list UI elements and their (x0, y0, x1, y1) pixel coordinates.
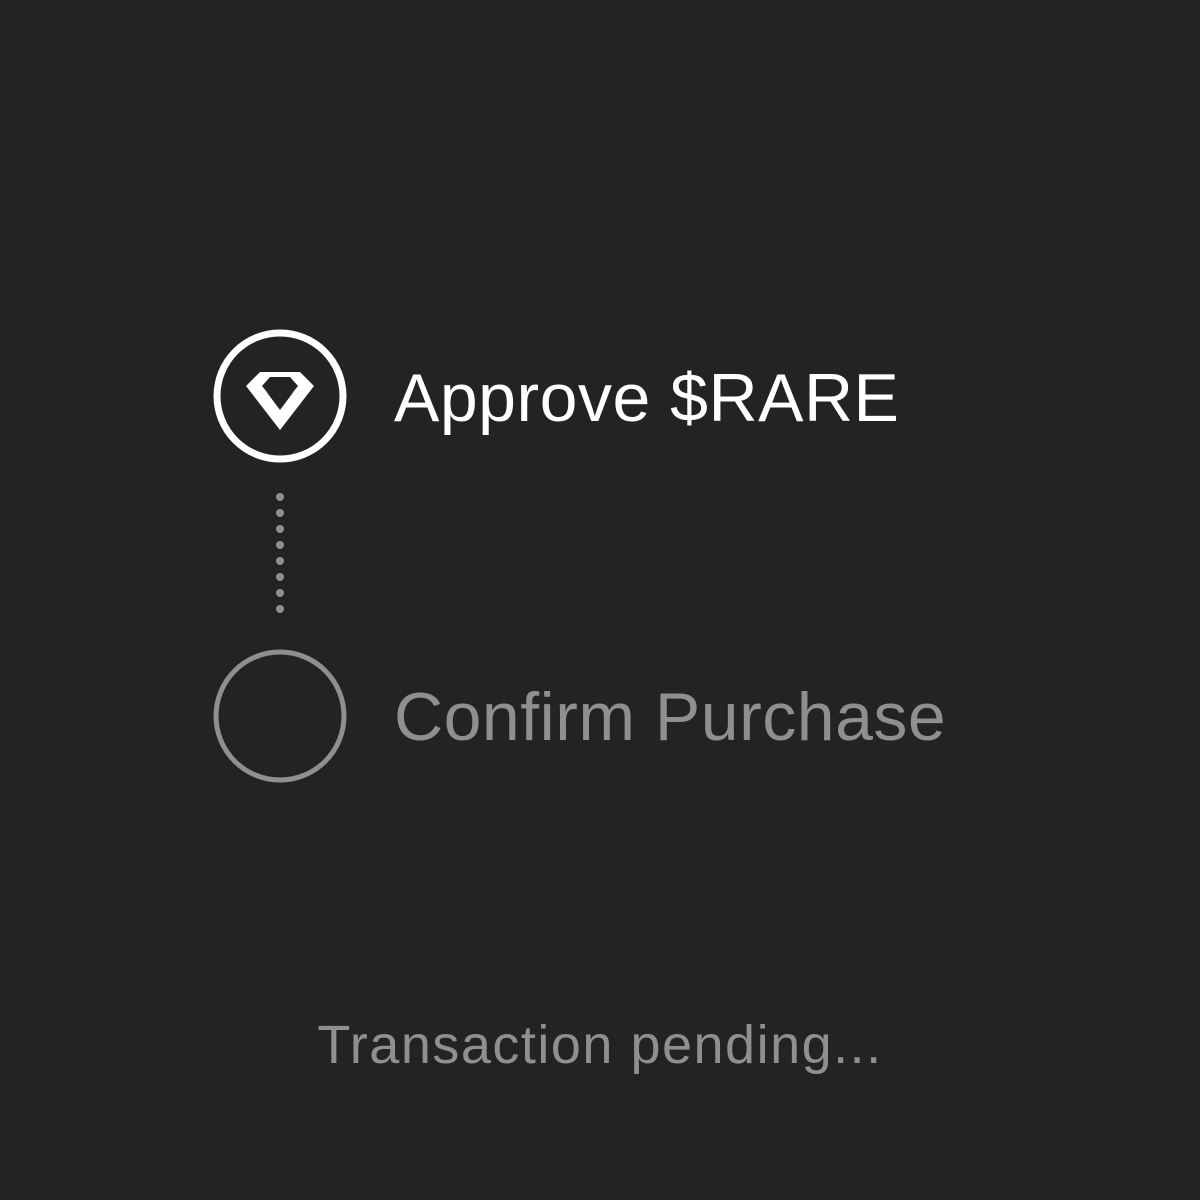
empty-circle-icon (213, 649, 347, 783)
transaction-stepper: Approve $RARE Confirm Purchase Transacti… (0, 0, 1200, 1200)
step-approve-label: Approve $RARE (394, 360, 900, 436)
step-confirm-icon-ring (212, 648, 348, 784)
transaction-status-text: Transaction pending... (317, 1015, 883, 1075)
step-approve-icon-ring (212, 328, 348, 464)
step-confirm-label: Confirm Purchase (394, 679, 947, 755)
diamond-icon (213, 329, 347, 463)
step-connector (272, 490, 288, 622)
